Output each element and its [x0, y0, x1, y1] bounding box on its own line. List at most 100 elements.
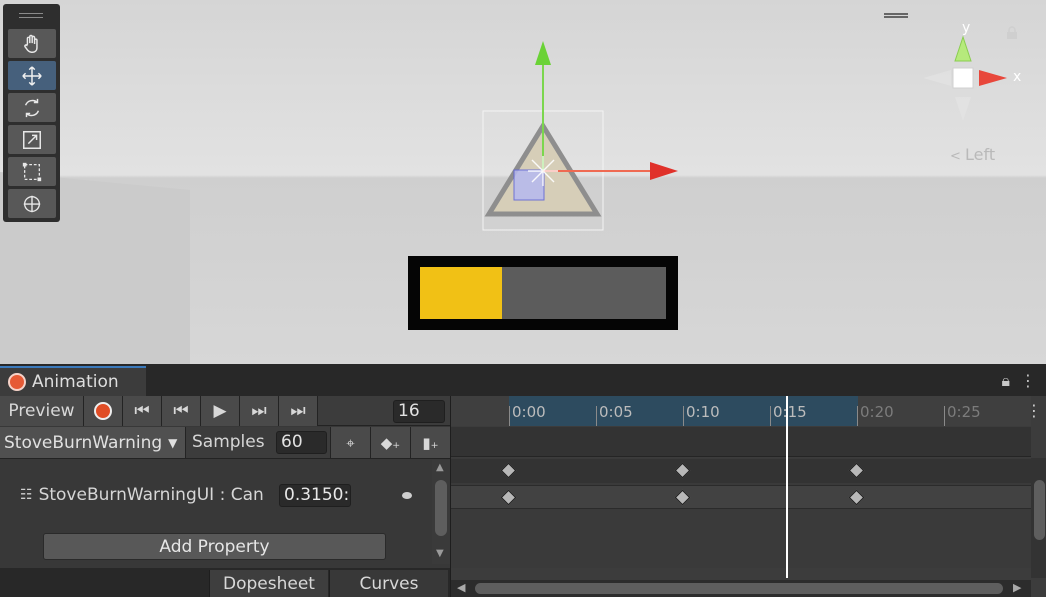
play-icon: ▶︎ [213, 401, 227, 421]
timeline-hscroll[interactable]: ◀ ▶ [451, 580, 1031, 597]
ruler-tick [509, 406, 510, 426]
animation-window: Animation 🔒︎ ⋮ Preview ⏮︎ ⏮︎ ▶︎ ⏭︎ ⏭︎ 16 [0, 364, 1046, 597]
add-keyframe-icon: ◆₊ [380, 433, 401, 452]
dopesheet-grid[interactable] [451, 458, 1031, 568]
add-property-button[interactable]: Add Property [43, 533, 386, 560]
property-options-icon[interactable] [402, 492, 412, 499]
chevron-left-icon: < [950, 149, 966, 164]
orientation-view-text: Left [965, 145, 996, 164]
lock-icon[interactable] [1006, 26, 1018, 40]
neg-y-cone-icon [955, 97, 971, 121]
transform-icon [23, 195, 41, 212]
view-mode-tabs: Dopesheet Curves [0, 568, 450, 597]
tab-curves[interactable]: Curves [329, 570, 448, 597]
scroll-up-icon[interactable]: ▲ [436, 462, 444, 473]
record-icon [94, 402, 112, 420]
samples-field[interactable]: 60 [276, 431, 327, 454]
ruler-menu-icon[interactable]: ⋮ [1026, 401, 1042, 420]
rotate-tool-button[interactable] [8, 93, 56, 122]
ruler-tick-label: 0:20 [860, 403, 894, 421]
keyframe[interactable] [674, 489, 691, 506]
first-keyframe-button[interactable]: ⏮︎ [123, 396, 162, 426]
orientation-x-label: x [1013, 69, 1022, 85]
dropdown-arrow-icon: ▼ [168, 435, 178, 450]
ruler-tick [944, 406, 945, 426]
ruler-tick-label: 0:10 [686, 403, 720, 421]
ruler-tick-label: 0:25 [947, 403, 981, 421]
record-button[interactable] [84, 396, 123, 426]
rect-tool-button[interactable] [8, 157, 56, 186]
scroll-left-icon[interactable]: ◀ [457, 581, 465, 594]
playback-toolbar: Preview ⏮︎ ⏮︎ ▶︎ ⏭︎ ⏭︎ 16 [0, 396, 450, 426]
next-keyframe-button[interactable]: ⏭︎ [240, 396, 279, 426]
rect-icon [22, 162, 42, 181]
unity-editor: { "scene": { "orientation_label": "Left"… [0, 0, 1046, 597]
animation-tabbar: Animation 🔒︎ ⋮ [0, 364, 1046, 396]
last-keyframe-button[interactable]: ⏭︎ [279, 396, 318, 426]
scene-menu-handle[interactable] [884, 13, 908, 18]
keyframe[interactable] [500, 489, 517, 506]
health-bar-fill [420, 267, 503, 319]
playhead[interactable] [786, 396, 789, 578]
add-event-button[interactable]: ▮₊ [410, 427, 450, 458]
rotate-icon [24, 98, 40, 117]
property-name: StoveBurnWarningUI : Can [38, 485, 264, 505]
selected-object-gizmo[interactable] [480, 38, 690, 238]
step-forward-icon: ⏭︎ [251, 401, 267, 421]
y-cone-icon [955, 37, 971, 61]
timeline-vscroll[interactable] [1031, 458, 1046, 578]
property-row[interactable]: ☷ StoveBurnWarningUI : Can 0.3150: [20, 482, 430, 508]
crosshair-icon: ⌖ [346, 433, 355, 452]
tool-palette [3, 4, 60, 222]
lock-window-icon[interactable]: 🔒︎ [1001, 371, 1010, 391]
clip-name: StoveBurnWarning [4, 432, 163, 453]
window-menu-icon[interactable]: ⋮ [1020, 371, 1036, 391]
events-row[interactable] [451, 427, 1031, 457]
frame-field[interactable]: 16 [393, 400, 445, 423]
keyframe[interactable] [500, 462, 517, 479]
keyframe[interactable] [674, 462, 691, 479]
ruler-tick [770, 406, 771, 426]
x-cone-icon [979, 70, 1007, 86]
transform-tool-button[interactable] [8, 189, 56, 218]
keyframe[interactable] [848, 462, 865, 479]
animation-icon [8, 373, 26, 391]
ruler-tick-label: 0:00 [512, 403, 546, 421]
step-back-icon: ⏮︎ [173, 401, 189, 421]
scroll-right-icon[interactable]: ▶ [1013, 581, 1021, 594]
palette-grip[interactable] [19, 13, 43, 18]
scrollbar-thumb[interactable] [435, 480, 447, 536]
scale-tool-button[interactable] [8, 125, 56, 154]
orientation-view-label[interactable]: < Left [950, 145, 995, 164]
scene-view[interactable]: y x < Left [0, 0, 1046, 364]
hand-tool-button[interactable] [8, 29, 56, 58]
filter-by-selection-button[interactable]: ⌖ [330, 427, 370, 458]
prev-keyframe-button[interactable]: ⏮︎ [162, 396, 201, 426]
move-icon [22, 65, 42, 86]
property-keyframe-row[interactable] [451, 485, 1031, 509]
add-keyframe-button[interactable]: ◆₊ [370, 427, 410, 458]
property-value-field[interactable]: 0.3150: [279, 484, 351, 507]
summary-keyframe-row[interactable] [451, 459, 1031, 483]
animation-left-pane: Preview ⏮︎ ⏮︎ ▶︎ ⏭︎ ⏭︎ 16 StoveBurnWarni… [0, 396, 450, 597]
tab-animation[interactable]: Animation [0, 366, 146, 396]
timeline-hscroll-thumb[interactable] [475, 583, 1003, 594]
clip-dropdown[interactable]: StoveBurnWarning ▼ [0, 427, 186, 458]
preview-button[interactable]: Preview [0, 396, 84, 426]
x-axis-handle [650, 162, 678, 180]
time-ruler[interactable]: 0:00 0:05 0:10 0:15 0:20 0:25 [451, 396, 1031, 426]
tab-dopesheet[interactable]: Dopesheet [209, 570, 328, 597]
property-scrollbar[interactable]: ▲ ▼ [432, 460, 450, 564]
ruler-tick [683, 406, 684, 426]
skip-back-icon: ⏮︎ [134, 401, 150, 421]
property-list: ☷ StoveBurnWarningUI : Can 0.3150: Add P… [0, 460, 450, 564]
ruler-tick [857, 406, 858, 426]
play-button[interactable]: ▶︎ [201, 396, 240, 426]
timeline-vscroll-thumb[interactable] [1034, 480, 1045, 540]
canvas-group-icon: ☷ [20, 487, 33, 503]
scale-icon [23, 130, 41, 149]
keyframe[interactable] [848, 489, 865, 506]
move-tool-button[interactable] [8, 61, 56, 90]
timeline-pane[interactable]: 0:00 0:05 0:10 0:15 0:20 0:25 ⋮ ◀ ▶ [450, 396, 1046, 597]
scroll-down-icon[interactable]: ▼ [436, 548, 444, 559]
